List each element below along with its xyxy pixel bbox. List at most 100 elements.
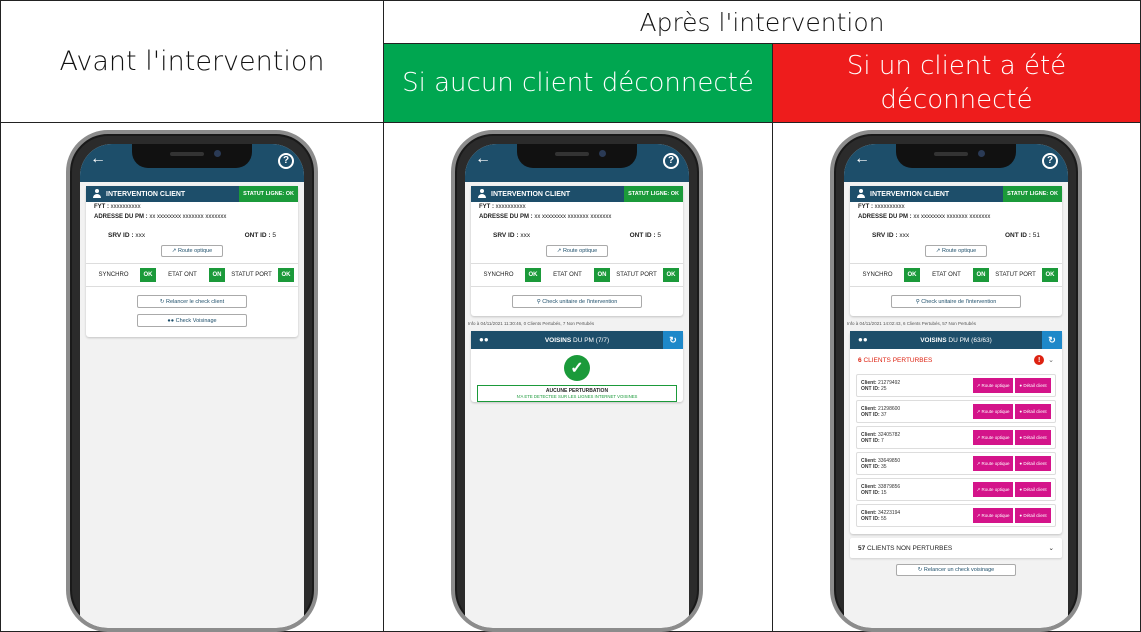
pm-line: ADRESSE DU PM : xx xxxxxxxx xxxxxxx xxxx… — [858, 214, 991, 220]
user-icon: ● — [1019, 409, 1023, 414]
back-arrow-icon[interactable]: ← — [854, 150, 870, 168]
info-line: Info à 04/11/2021 14:02:43, 6 Clients Pe… — [847, 321, 977, 326]
client-route-optique-button[interactable]: ↗ Route optique — [973, 378, 1013, 393]
card-title: INTERVENTION CLIENT — [106, 190, 186, 198]
user-icon — [856, 189, 866, 199]
client-row: Client: 21279492 ONT ID: 25 ↗ Route optiqu… — [856, 374, 1056, 397]
perturbes-section-toggle[interactable]: 6 CLIENTS PERTURBES ! ⌄ — [850, 349, 1062, 371]
phone-apres-ko: ← ? INTERVENTION CLIENT STATUT LIGNE: OK… — [830, 130, 1082, 632]
client-detail-button[interactable]: ● Détail client — [1015, 508, 1051, 523]
synchro-ok: OK — [904, 268, 920, 282]
chart-line-icon: ↗ — [976, 409, 981, 414]
check-voisinage-button[interactable]: ●● Check Voisinage — [137, 314, 247, 327]
phone-notch — [896, 144, 1016, 168]
statut-port-label: STATUT PORT — [995, 272, 1036, 278]
ont-id: ONT ID : 5 — [629, 232, 661, 239]
phone-screen: ← ? INTERVENTION CLIENT STATUT LIGNE: OK… — [465, 144, 689, 628]
etat-ont-label: ETAT ONT — [553, 272, 582, 278]
chart-line-icon: ↗ — [171, 248, 177, 254]
client-route-optique-button[interactable]: ↗ Route optique — [973, 404, 1013, 419]
statut-port-label: STATUT PORT — [616, 272, 657, 278]
group-icon: ●● — [858, 335, 868, 344]
header-no-disconnect: Si aucun client déconnecté — [383, 43, 773, 123]
srv-id: SRV ID : xxx — [108, 232, 146, 239]
header-disconnected: Si un client a été déconnecté — [772, 43, 1141, 123]
etat-ont-on: ON — [594, 268, 610, 282]
client-list: Client: 21279492 ONT ID: 25 ↗ Route optiqu… — [850, 374, 1062, 527]
client-route-optique-button[interactable]: ↗ Route optique — [973, 508, 1013, 523]
refresh-icon[interactable]: ↻ — [1042, 331, 1062, 349]
client-route-optique-button[interactable]: ↗ Route optique — [973, 430, 1013, 445]
client-detail-button[interactable]: ● Détail client — [1015, 378, 1051, 393]
client-row: Client: 32405782 ONT ID: 7 ↗ Route optique… — [856, 426, 1056, 449]
fyt-line: FYT : xxxxxxxxxx — [94, 204, 141, 210]
chevron-down-icon: ⌄ — [1048, 545, 1054, 552]
ids-row: SRV ID : xxx ONT ID : 5 — [471, 222, 683, 243]
user-icon: ● — [1019, 383, 1023, 388]
phone-notch — [132, 144, 252, 168]
client-row: Client: 34223194 ONT ID: 55 ↗ Route optiqu… — [856, 504, 1056, 527]
check-unitaire-button[interactable]: ⚲ Check unitaire de l'intervention — [891, 295, 1021, 308]
srv-id: SRV ID : xxx — [872, 232, 910, 239]
voisins-card: ●● VOISINS DU PM (7/7) ↻ ✓ AUCUNE PERTUR… — [471, 331, 683, 402]
info-line: Info à 04/11/2021 11:30:46, 0 Clients Pe… — [468, 321, 595, 326]
synchro-label: SYNCHRO — [483, 272, 514, 278]
client-row: Client: 21298600 ONT ID: 37 ↗ Route optiqu… — [856, 400, 1056, 423]
ont-id: ONT ID : 51 — [1004, 232, 1040, 239]
relancer-voisinage-button[interactable]: ↻ Relancer un check voisinage — [896, 564, 1016, 576]
help-icon[interactable]: ? — [1042, 153, 1058, 169]
help-icon[interactable]: ? — [663, 153, 679, 169]
statut-port-ok: OK — [663, 268, 679, 282]
check-unitaire-button[interactable]: ⚲ Check unitaire de l'intervention — [512, 295, 642, 308]
search-icon: ⚲ — [536, 298, 541, 305]
chart-line-icon: ↗ — [976, 383, 981, 388]
chart-line-icon: ↗ — [976, 487, 981, 492]
alert-icon: ! — [1034, 355, 1045, 365]
status-row: SYNCHRO OK ETAT ONT ON STATUT PORT OK — [86, 263, 298, 286]
fyt-line: FYT : xxxxxxxxxx — [858, 204, 905, 210]
status-row: SYNCHRO OK ETAT ONT ON STATUT PORT OK — [850, 263, 1062, 286]
back-arrow-icon[interactable]: ← — [475, 150, 491, 168]
ids-row: SRV ID : xxx ONT ID : 51 — [850, 222, 1062, 243]
client-detail-button[interactable]: ● Détail client — [1015, 430, 1051, 445]
group-icon: ●● — [167, 317, 175, 324]
route-optique-button[interactable]: ↗ Route optique — [546, 245, 608, 257]
route-optique-button[interactable]: ↗ Route optique — [925, 245, 987, 257]
statut-ligne-badge: STATUT LIGNE: OK — [239, 186, 298, 202]
user-icon — [477, 189, 487, 199]
client-route-optique-button[interactable]: ↗ Route optique — [973, 482, 1013, 497]
statut-port-label: STATUT PORT — [231, 272, 272, 278]
phone-avant: ← ? INTERVENTION CLIENT STATUT LIGNE: OK… — [66, 130, 318, 632]
group-icon: ●● — [479, 335, 489, 344]
relancer-check-button[interactable]: ↻ Relancer le check client — [137, 295, 247, 308]
help-icon[interactable]: ? — [278, 153, 294, 169]
statut-ligne-badge: STATUT LIGNE: OK — [1003, 186, 1062, 202]
refresh-icon: ↻ — [159, 298, 165, 305]
statut-port-ok: OK — [278, 268, 294, 282]
no-perturbation-box: AUCUNE PERTURBATION N'A ETE DETECTEE SUR… — [477, 385, 677, 402]
client-detail-button[interactable]: ● Détail client — [1015, 482, 1051, 497]
user-icon: ● — [1019, 461, 1023, 466]
pm-line: ADRESSE DU PM : xx xxxxxxxx xxxxxxx xxxx… — [479, 214, 612, 220]
card-header: INTERVENTION CLIENT STATUT LIGNE: OK — [850, 186, 1062, 202]
fyt-line: FYT : xxxxxxxxxx — [479, 204, 526, 210]
client-route-optique-button[interactable]: ↗ Route optique — [973, 456, 1013, 471]
chart-line-icon: ↗ — [556, 248, 562, 254]
client-row: Client: 33879856 ONT ID: 15 ↗ Route optiqu… — [856, 478, 1056, 501]
header-apres: Après l'intervention — [383, 0, 1141, 44]
route-optique-button[interactable]: ↗ Route optique — [161, 245, 223, 257]
check-circle-icon: ✓ — [564, 355, 590, 381]
client-info: Client: 34223194 ONT ID: 55 — [861, 509, 901, 522]
refresh-icon[interactable]: ↻ — [663, 331, 683, 349]
client-detail-button[interactable]: ● Détail client — [1015, 456, 1051, 471]
phone-notch — [517, 144, 637, 168]
refresh-icon: ↻ — [917, 567, 923, 573]
phone-apres-ok: ← ? INTERVENTION CLIENT STATUT LIGNE: OK… — [451, 130, 703, 632]
intervention-card: INTERVENTION CLIENT STATUT LIGNE: OK FYT… — [86, 186, 298, 337]
non-perturbes-toggle[interactable]: 57 CLIENTS NON PERTURBES ⌄ — [850, 538, 1062, 558]
client-detail-button[interactable]: ● Détail client — [1015, 404, 1051, 419]
back-arrow-icon[interactable]: ← — [90, 150, 106, 168]
synchro-ok: OK — [525, 268, 541, 282]
client-info: Client: 32405782 ONT ID: 7 — [861, 431, 901, 444]
intervention-card: INTERVENTION CLIENT STATUT LIGNE: OK FYT… — [850, 186, 1062, 316]
